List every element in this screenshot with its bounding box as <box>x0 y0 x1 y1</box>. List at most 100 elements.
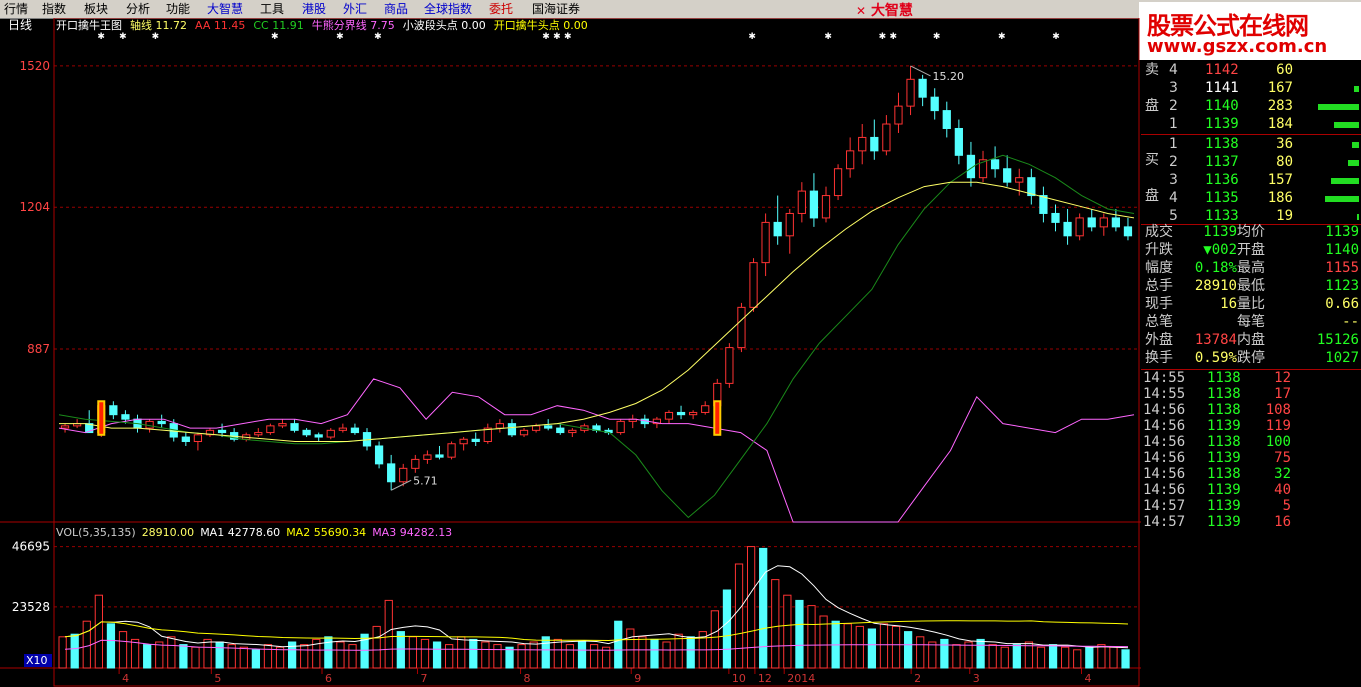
sell-volume: 60 <box>1276 62 1293 78</box>
volume-bar <box>94 594 103 669</box>
candle-body <box>423 454 432 460</box>
signal-star: ✱ <box>119 32 127 42</box>
signal-star: ✱ <box>824 32 832 42</box>
candle-body <box>942 110 951 129</box>
buy-volume: 157 <box>1267 172 1293 188</box>
candle-body <box>193 434 203 443</box>
volume-bar <box>686 636 695 669</box>
signal-marker <box>97 400 106 436</box>
buy-volume: 36 <box>1276 136 1293 152</box>
candle-body <box>797 190 806 214</box>
candle-body <box>689 411 698 416</box>
tick-time: 14:56 <box>1143 466 1186 482</box>
candle-body <box>701 405 710 413</box>
candle-body <box>302 429 311 436</box>
volume-bar <box>348 644 357 669</box>
volume-bar <box>300 644 309 669</box>
signal-star: ✱ <box>553 32 561 42</box>
buy-level: 3 <box>1169 172 1178 188</box>
stat-label: 量比 <box>1237 296 1265 312</box>
stat-value: 0.59% <box>1194 350 1237 366</box>
candle-body <box>1099 217 1108 228</box>
candle-body <box>990 159 1000 170</box>
stat-label: 总手 <box>1145 278 1173 294</box>
volume-bar <box>143 644 152 669</box>
sell-price: 1139 <box>1205 116 1239 132</box>
volume-bar <box>783 594 792 669</box>
stat-label: 最高 <box>1237 260 1265 276</box>
volume-bar <box>251 649 261 669</box>
sell-volume: 184 <box>1267 116 1293 132</box>
buy-volume: 19 <box>1276 208 1293 224</box>
vol-axis-label: 23528 <box>12 600 50 614</box>
volume-bar <box>82 620 91 669</box>
volume-bar <box>734 563 744 669</box>
volume-bar <box>517 644 526 669</box>
stat-value: 1027 <box>1325 350 1359 366</box>
volume-bar <box>904 631 913 669</box>
tick-time: 14:56 <box>1143 434 1186 450</box>
volume-bar <box>553 638 562 669</box>
candle-body <box>1003 168 1012 183</box>
tick-price: 1139 <box>1207 450 1241 466</box>
tick-time: 14:56 <box>1143 402 1186 418</box>
stat-value: ▼002 <box>1203 242 1237 258</box>
candle-body <box>1015 177 1024 183</box>
menu-item-2[interactable]: 板块 <box>84 2 108 16</box>
menu-item-0[interactable]: 行情 <box>4 2 28 16</box>
buy-price: 1135 <box>1205 190 1239 206</box>
signal-star: ✱ <box>152 32 160 42</box>
tick-time: 14:56 <box>1143 450 1186 466</box>
menu-item-8[interactable]: 外汇 <box>343 2 367 16</box>
watermark-url: www.gszx.com.cn <box>1147 36 1328 57</box>
volume-bar <box>191 646 200 669</box>
price-axis-label: 887 <box>27 342 50 356</box>
candle-body <box>846 150 855 170</box>
tick-volume: 40 <box>1274 482 1291 498</box>
candle-body <box>266 425 275 434</box>
candle-body <box>447 443 456 458</box>
menu-item-12[interactable]: 国海证券 <box>532 2 580 16</box>
menu-item-11[interactable]: 委托 <box>489 2 513 16</box>
signal-star: ✱ <box>336 32 344 42</box>
menu-item-3[interactable]: 分析 <box>126 2 150 16</box>
signal-star: ✱ <box>374 32 382 42</box>
vol-header-item: VOL(5,35,135) <box>56 526 136 539</box>
volume-bar <box>746 546 756 669</box>
volume-bar <box>384 599 393 669</box>
menu-item-10[interactable]: 全球指数 <box>424 2 472 16</box>
volume-bar <box>638 636 647 669</box>
candle-body <box>568 429 577 434</box>
sell-label-bottom: 盘 <box>1145 98 1159 114</box>
menu-item-4[interactable]: 功能 <box>166 2 190 16</box>
volume-bar <box>432 641 442 669</box>
stat-label: 跌停 <box>1237 350 1265 366</box>
buy-depth-bar <box>1352 142 1359 148</box>
volume-bar <box>891 625 901 669</box>
stat-value: 1140 <box>1325 242 1359 258</box>
indicator-header-item: CC 11.91 <box>253 19 303 32</box>
buy-level: 5 <box>1169 208 1178 224</box>
stat-label: 升跌 <box>1145 242 1173 258</box>
tick-volume: 17 <box>1274 386 1291 402</box>
menu-item-9[interactable]: 商品 <box>384 2 408 16</box>
menu-item-5[interactable]: 大智慧 <box>207 2 243 16</box>
volume-bar <box>565 644 575 669</box>
signal-star: ✱ <box>879 32 887 42</box>
menu-item-1[interactable]: 指数 <box>42 2 66 16</box>
menu-item-6[interactable]: 工具 <box>260 2 284 16</box>
volume-bar <box>239 646 248 669</box>
volume-bar <box>275 646 285 669</box>
kline-chart[interactable]: 1520 1204 887 46695 23528 X10 日线 开口擒牛王图 轴线 11.72… <box>0 18 1141 687</box>
x-axis-label: 2014 <box>787 672 815 685</box>
tick-volume: 5 <box>1282 498 1291 514</box>
candle-body <box>181 436 190 443</box>
x-axis-label: 4 <box>1084 672 1091 685</box>
tick-time: 14:56 <box>1143 482 1186 498</box>
order-book-divider <box>1141 134 1361 135</box>
bull-bear-line <box>58 378 1135 523</box>
vol-header-item: MA3 94282.13 <box>372 526 452 539</box>
sell-label-top: 卖 <box>1145 62 1159 78</box>
candle-body <box>930 96 939 112</box>
menu-item-7[interactable]: 港股 <box>302 2 326 16</box>
